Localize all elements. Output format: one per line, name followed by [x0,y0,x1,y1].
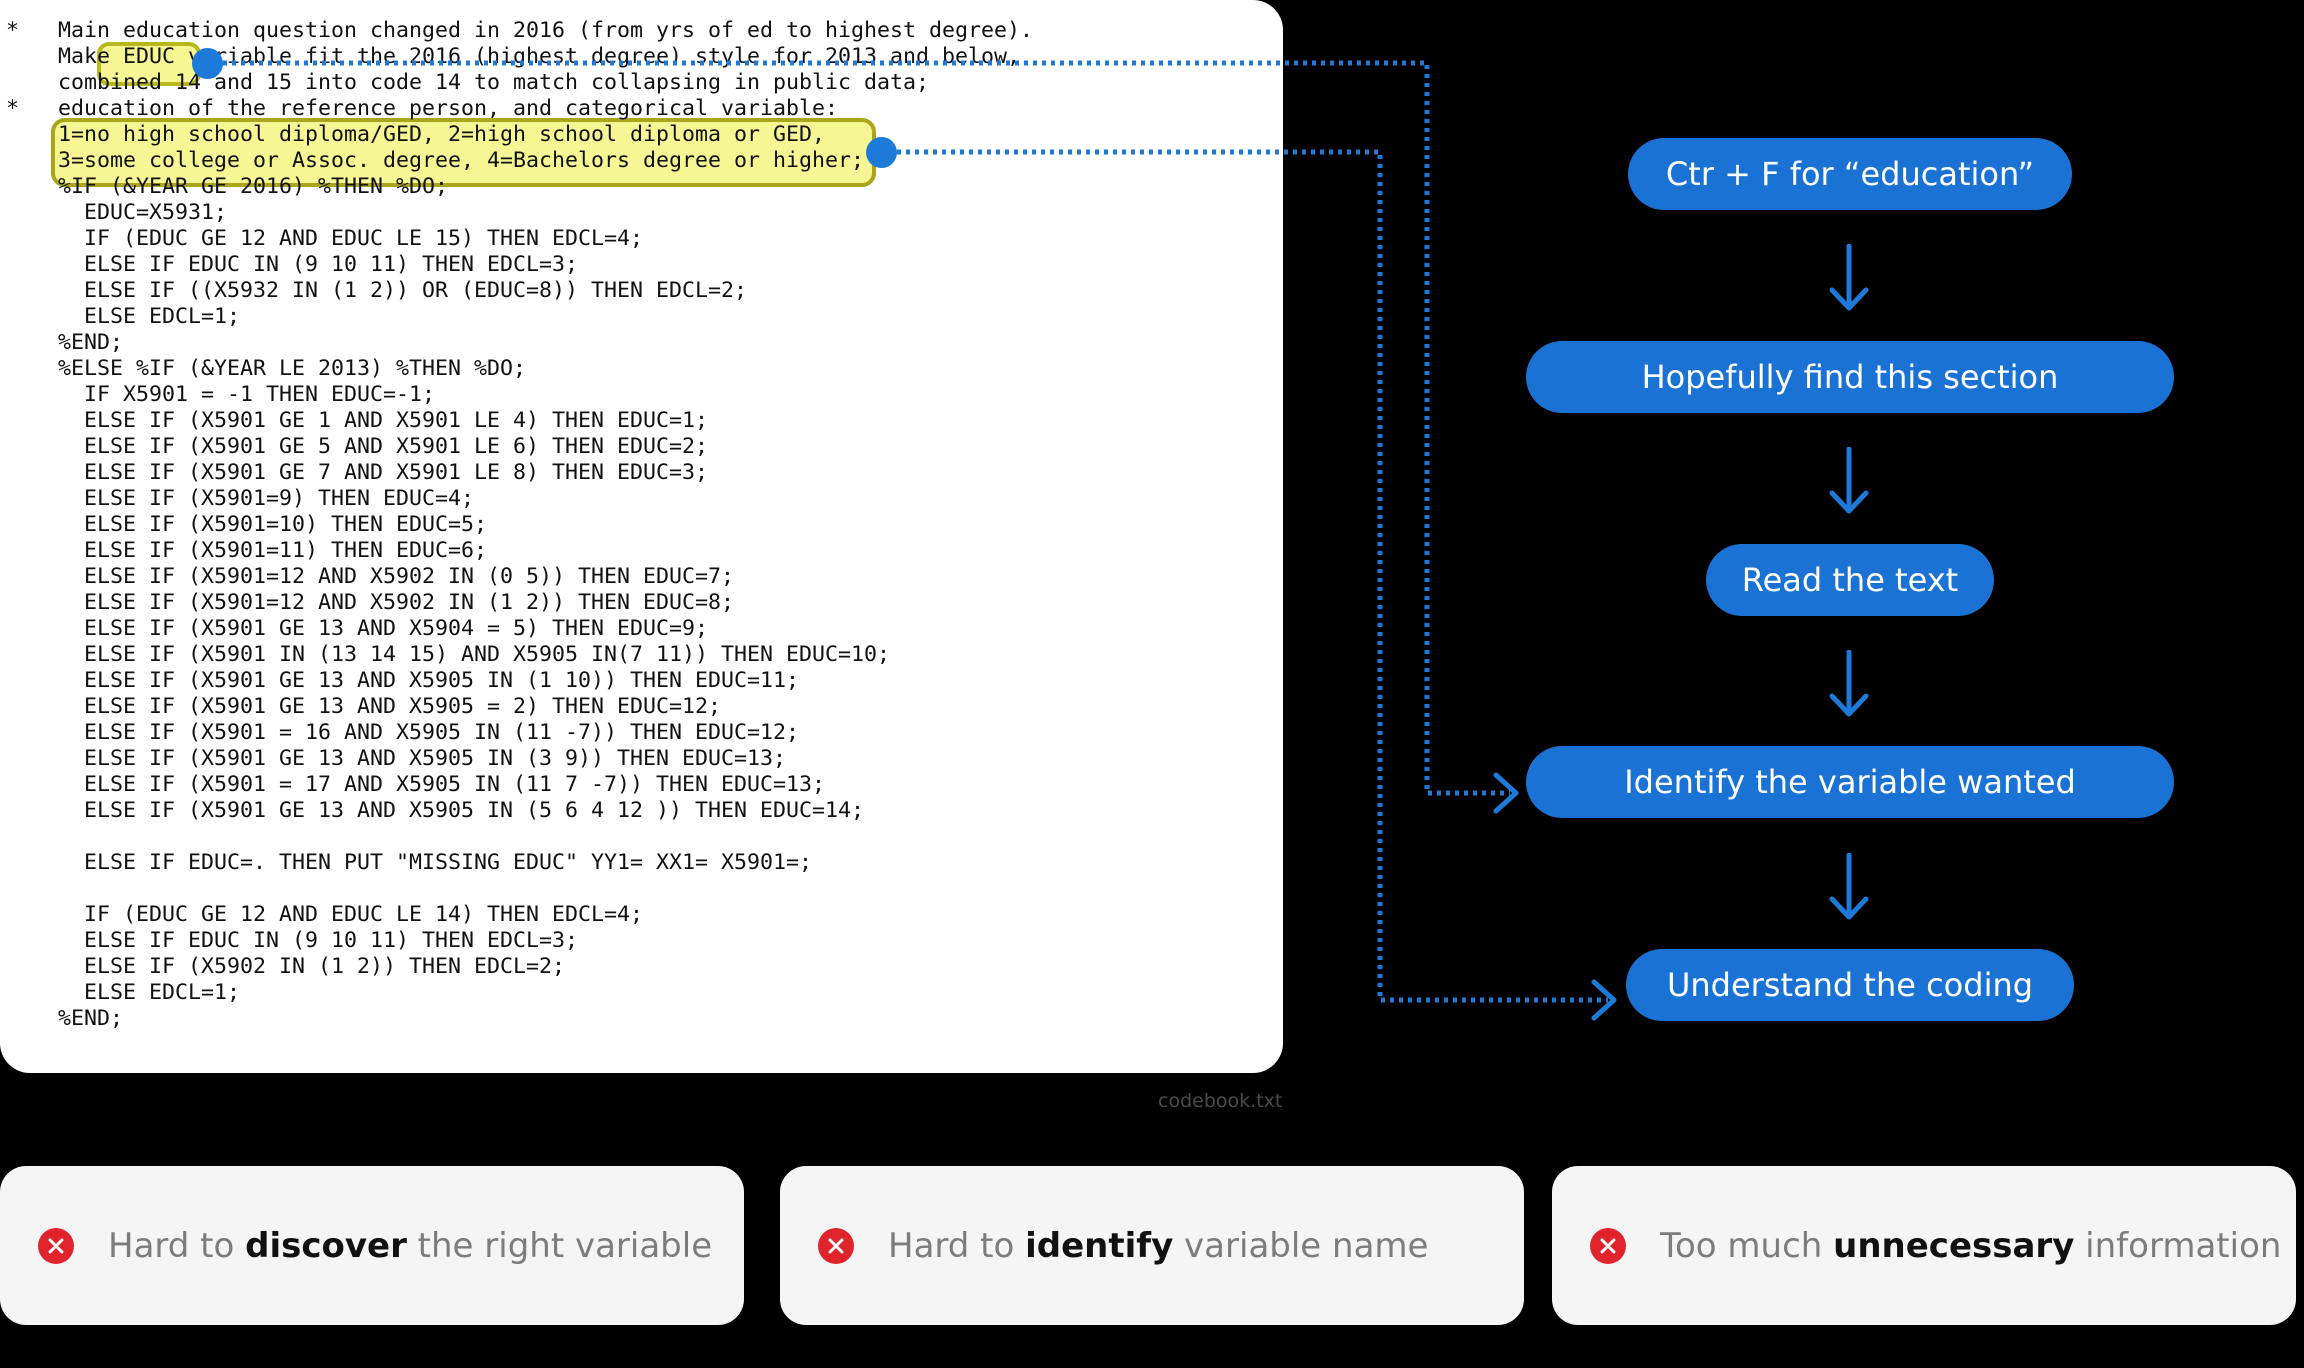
flow-step-1: Ctr + F for “education” [1628,138,2072,210]
down-arrow-icon [1829,447,1869,514]
error-x-icon [818,1227,854,1264]
flow-step-3: Read the text [1706,544,1994,616]
connector-line-category [897,149,1608,1003]
flow-step-2: Hopefully find this section [1526,341,2174,413]
problem-card-identify: Hard to identify variable name [780,1166,1524,1325]
problem-card-discover: Hard to discover the right variable [0,1166,744,1325]
connector-arrowhead-educ [1493,772,1519,814]
down-arrow-icon [1829,650,1869,717]
error-x-icon [38,1227,74,1264]
connector-line-educ [223,60,1510,796]
problem-text: Too much unnecessary information [1660,1225,2282,1266]
flow-step-4: Identify the variable wanted [1526,746,2174,818]
down-arrow-icon [1829,244,1869,311]
problem-text: Hard to discover the right variable [108,1225,713,1266]
down-arrow-icon [1829,853,1869,920]
error-x-icon [1590,1227,1626,1264]
flow-step-5: Understand the coding [1626,949,2074,1021]
problem-card-unnecessary: Too much unnecessary information [1552,1166,2296,1325]
problem-text: Hard to identify variable name [888,1225,1429,1266]
